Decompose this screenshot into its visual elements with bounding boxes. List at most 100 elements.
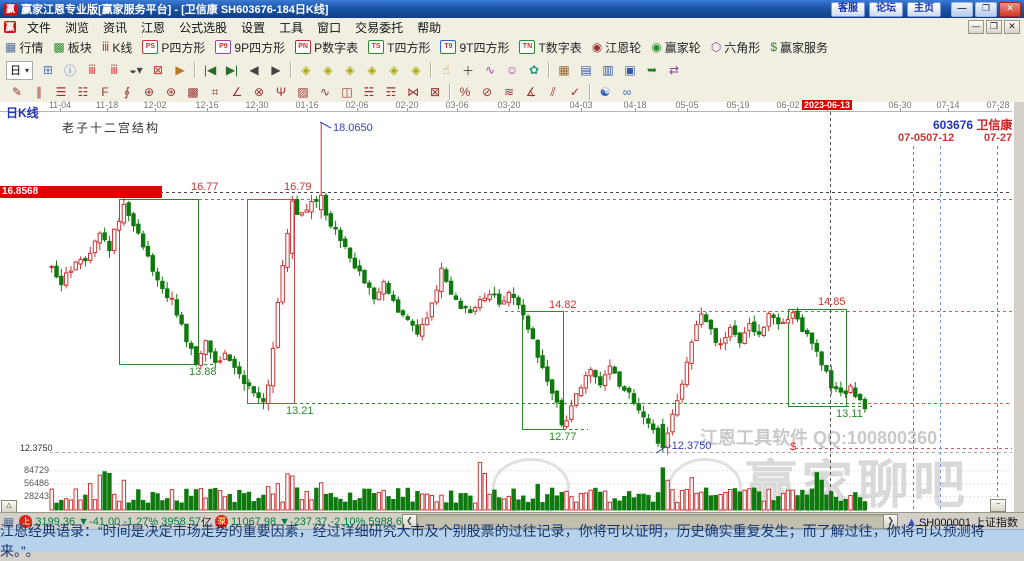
- mdi-restore-button[interactable]: ❐: [986, 20, 1002, 34]
- hand-tool-icon[interactable]: ☝: [435, 61, 457, 79]
- menu-item-0[interactable]: 文件: [20, 18, 58, 37]
- adjust-price-icon[interactable]: ◒▾: [125, 61, 147, 79]
- quotes-button[interactable]: ▦行情: [0, 37, 48, 57]
- info-icon[interactable]: ⓘ: [59, 61, 81, 79]
- split-window-icon[interactable]: ◫: [336, 83, 358, 101]
- menu-item-3[interactable]: 江恩: [134, 18, 172, 37]
- circle-cross-icon[interactable]: ⊕: [138, 83, 160, 101]
- winner-wheel-button[interactable]: ◉赢家轮: [646, 37, 706, 57]
- window-style-icon[interactable]: ⊞: [37, 61, 59, 79]
- crosshair-tool-icon[interactable]: ＋: [457, 61, 479, 79]
- t-square-button[interactable]: TST四方形: [363, 37, 435, 57]
- check-tool-icon[interactable]: ✓: [564, 83, 586, 101]
- forum-button[interactable]: 论坛: [869, 2, 903, 17]
- mini-kline-icon[interactable]: ⅲ: [81, 61, 103, 79]
- kline-style-icon[interactable]: ⊠: [147, 61, 169, 79]
- gold-ratio-icon[interactable]: ≋: [498, 83, 520, 101]
- trigram-icon[interactable]: ☷: [72, 83, 94, 101]
- play-icon[interactable]: ▶: [169, 61, 191, 79]
- mini-kline2-icon[interactable]: ⅲ: [103, 61, 125, 79]
- wave-tool-icon[interactable]: ∿: [479, 61, 501, 79]
- gann-wheel-button[interactable]: ◉江恩轮: [587, 37, 647, 57]
- homepage-button[interactable]: 主页: [907, 2, 941, 17]
- collapse-pane-button[interactable]: −: [990, 499, 1006, 512]
- restore-button[interactable]: ❐: [975, 2, 997, 17]
- gann-diamond-2-icon[interactable]: ◈: [317, 61, 339, 79]
- grid-fill-icon[interactable]: ▩: [182, 83, 204, 101]
- calculator-icon[interactable]: ▤: [575, 61, 597, 79]
- volume-axis-label: 56486: [24, 478, 49, 488]
- date-axis-label: 02-06: [345, 100, 368, 110]
- hatch-tool-icon[interactable]: ∥: [28, 83, 50, 101]
- menu-item-5[interactable]: 设置: [234, 18, 272, 37]
- mdi-minimize-button[interactable]: —: [968, 20, 984, 34]
- mdi-close-button[interactable]: ✕: [1004, 20, 1020, 34]
- winner-service-button[interactable]: $赢家服务: [765, 37, 833, 57]
- menu-item-4[interactable]: 公式选股: [172, 18, 234, 37]
- gann-diamond-3-icon[interactable]: ◈: [339, 61, 361, 79]
- export-icon[interactable]: ➥: [641, 61, 663, 79]
- flower-icon[interactable]: ✿: [523, 61, 545, 79]
- angle-tool-icon[interactable]: ∠: [226, 83, 248, 101]
- menu-item-1[interactable]: 浏览: [58, 18, 96, 37]
- hexagon-button[interactable]: ⬡六角形: [706, 37, 766, 57]
- menu-item-8[interactable]: 交易委托: [348, 18, 410, 37]
- box-x-icon[interactable]: ⊠: [424, 83, 446, 101]
- spiral-tool-icon[interactable]: ∮: [116, 83, 138, 101]
- slash-circle-icon[interactable]: ⊘: [476, 83, 498, 101]
- circle-x-icon[interactable]: ⊗: [248, 83, 270, 101]
- water-trigram-icon[interactable]: ☵: [358, 83, 380, 101]
- app-logo-icon-small: 赢: [4, 21, 16, 33]
- p-table-button[interactable]: PNP数字表: [290, 37, 363, 57]
- asterisk-circle-icon[interactable]: ⊛: [160, 83, 182, 101]
- menu-item-6[interactable]: 工具: [272, 18, 310, 37]
- next-bar-icon[interactable]: ▶: [265, 61, 287, 79]
- psi-tool-icon[interactable]: Ψ: [270, 83, 292, 101]
- percent-icon[interactable]: %: [454, 83, 476, 101]
- mountain-trigram-icon[interactable]: ☶: [380, 83, 402, 101]
- 9p-square-button[interactable]: P99P四方形: [210, 37, 290, 57]
- sectors-button[interactable]: ▩板块: [48, 37, 96, 57]
- calendar-icon[interactable]: ▦: [553, 61, 575, 79]
- pen-tool-icon[interactable]: ✎: [6, 83, 28, 101]
- menu-item-2[interactable]: 资讯: [96, 18, 134, 37]
- face-icon[interactable]: ☺: [501, 61, 523, 79]
- price-level-marker: 16.8568: [0, 186, 162, 198]
- menu-item-9[interactable]: 帮助: [410, 18, 448, 37]
- gann-diamond-4-icon[interactable]: ◈: [361, 61, 383, 79]
- period-dropdown[interactable]: 日 ▾: [6, 61, 33, 80]
- t-table-button[interactable]: TNT数字表: [514, 37, 586, 57]
- gann-diamond-6-icon[interactable]: ◈: [405, 61, 427, 79]
- prev-bar-icon[interactable]: ◀: [243, 61, 265, 79]
- hash-tool-icon[interactable]: ⌗: [204, 83, 226, 101]
- t-table-button-label: T数字表: [538, 39, 581, 56]
- kline-button-label: K线: [112, 39, 132, 56]
- customer-service-button[interactable]: 客服: [831, 2, 865, 17]
- angle2-icon[interactable]: ∡: [520, 83, 542, 101]
- quotes-button-icon: ▦: [5, 40, 16, 54]
- minimize-button[interactable]: —: [951, 2, 973, 17]
- period-label: 日: [10, 62, 21, 78]
- zigzag-icon[interactable]: ∿: [314, 83, 336, 101]
- infinity-icon[interactable]: ∞: [616, 83, 638, 101]
- bowtie-icon[interactable]: ⋈: [402, 83, 424, 101]
- first-bar-icon[interactable]: |◀: [199, 61, 221, 79]
- report-icon[interactable]: ▥: [597, 61, 619, 79]
- transfer-icon[interactable]: ⇄: [663, 61, 685, 79]
- gann-diamond-1-icon[interactable]: ◈: [295, 61, 317, 79]
- shade-grid-icon[interactable]: ▨: [292, 83, 314, 101]
- yinyang-icon[interactable]: ☯: [594, 83, 616, 101]
- p-square-button[interactable]: PSP四方形: [137, 37, 210, 57]
- gann-grid-icon[interactable]: ☰: [50, 83, 72, 101]
- 9t-square-button[interactable]: T99T四方形: [435, 37, 514, 57]
- kline-button[interactable]: ⅲK线: [97, 37, 138, 57]
- menu-item-7[interactable]: 窗口: [310, 18, 348, 37]
- gann-diamond-5-icon[interactable]: ◈: [383, 61, 405, 79]
- price-annotation: 13.21: [286, 405, 314, 417]
- date-axis-label: 01-16: [295, 100, 318, 110]
- close-button[interactable]: ✕: [999, 2, 1021, 17]
- save-icon[interactable]: ▣: [619, 61, 641, 79]
- last-bar-icon[interactable]: ▶|: [221, 61, 243, 79]
- parallel-lines-icon[interactable]: ⫽: [542, 83, 564, 101]
- f-tool-icon[interactable]: F: [94, 83, 116, 101]
